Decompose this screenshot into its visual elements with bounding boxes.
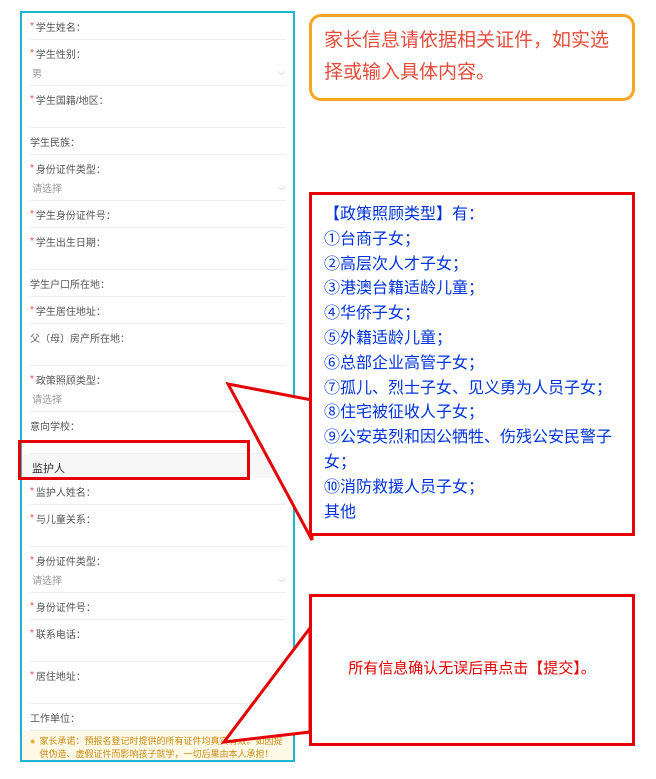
label: 身份证件号： bbox=[36, 599, 96, 614]
chevron-down-icon: ⌵ bbox=[277, 67, 285, 78]
field-guardian-id-number[interactable]: *身份证件号： bbox=[30, 593, 285, 620]
chevron-down-icon: ⌵ bbox=[277, 574, 285, 585]
label: 意向学校： bbox=[30, 418, 80, 433]
field-relationship[interactable]: *与儿童关系： bbox=[30, 505, 285, 547]
policy-item: ⑧住宅被征收人子女； bbox=[324, 401, 620, 426]
disclaimer-text: 家长承诺：預报名登记时提供的所有证件均真实有效。如因提供伪造、虚假证件而影响孩子… bbox=[39, 735, 285, 760]
field-student-gender[interactable]: *学生性别： 男⌵ bbox=[30, 40, 285, 86]
section-guardian: 监护人 bbox=[22, 454, 293, 478]
policy-item: ③港澳台籍适龄儿童； bbox=[324, 277, 620, 302]
policy-item: ④华侨子女； bbox=[324, 302, 620, 327]
policy-item: ①台商子女； bbox=[324, 228, 620, 253]
label: 学生出生日期： bbox=[36, 234, 106, 249]
field-hukou[interactable]: 学生户口所在地： bbox=[30, 270, 285, 297]
label: 学生户口所在地： bbox=[30, 276, 110, 291]
chevron-down-icon: ⌵ bbox=[277, 393, 285, 404]
label: 学生民族： bbox=[30, 134, 80, 149]
annotation-submit-confirm: 所有信息确认无误后再点击【提交】。 bbox=[309, 594, 635, 746]
label: 与儿童关系： bbox=[36, 511, 96, 526]
label: 工作单位： bbox=[30, 710, 80, 725]
field-policy-type[interactable]: *政策照顾类型： 请选择⌵ bbox=[30, 366, 285, 412]
field-guardian-name[interactable]: *监护人姓名： bbox=[30, 478, 285, 505]
policy-item: 其他 bbox=[324, 501, 620, 526]
label: 学生姓名： bbox=[36, 19, 86, 34]
policy-item: ⑨公安英烈和因公牺牲、伤残公安民警子女； bbox=[324, 426, 620, 476]
chevron-down-icon: ⌵ bbox=[277, 182, 285, 193]
policy-title: 【政策照顾类型】有： bbox=[324, 203, 620, 228]
field-workplace[interactable]: 工作单位： bbox=[30, 704, 285, 731]
label: 学生居住地址： bbox=[36, 303, 106, 318]
field-residence[interactable]: *学生居住地址： bbox=[30, 297, 285, 324]
annotation-text: 家长信息请依据相关证件，如实选择或输入具体内容。 bbox=[324, 30, 609, 83]
label: 居住地址： bbox=[36, 668, 86, 683]
value: 请选择 bbox=[32, 391, 62, 406]
value: 男 bbox=[32, 65, 42, 80]
label: 政策照顾类型： bbox=[36, 372, 106, 387]
field-guardian-id-type[interactable]: *身份证件类型： 请选择⌵ bbox=[30, 547, 285, 593]
disclaimer: ● 家长承诺：預报名登记时提供的所有证件均真实有效。如因提供伪造、虚假证件而影响… bbox=[22, 731, 293, 762]
policy-list: ①台商子女；②高层次人才子女；③港澳台籍适龄儿童；④华侨子女；⑤外籍适龄儿童；⑥… bbox=[324, 228, 620, 526]
field-nationality[interactable]: *学生国籍/地区： bbox=[30, 86, 285, 128]
field-id-type[interactable]: *身份证件类型： 请选择⌵ bbox=[30, 155, 285, 201]
field-student-name[interactable]: *学生姓名： bbox=[30, 13, 285, 40]
label: 监护人姓名： bbox=[36, 484, 96, 499]
field-preferred-school[interactable]: 意向学校： bbox=[30, 412, 285, 454]
label: 身份证件类型： bbox=[36, 553, 106, 568]
policy-item: ⑩消防救援人员子女； bbox=[324, 476, 620, 501]
field-ethnicity[interactable]: 学生民族： bbox=[30, 128, 285, 155]
policy-item: ⑥总部企业高管子女； bbox=[324, 352, 620, 377]
field-birthdate[interactable]: *学生出生日期： bbox=[30, 228, 285, 270]
value: 请选择 bbox=[32, 180, 62, 195]
phone-frame: *学生姓名： *学生性别： 男⌵ *学生国籍/地区： 学生民族： *身份证件类型… bbox=[20, 11, 295, 762]
label: 学生身份证件号： bbox=[36, 207, 116, 222]
label: 学生性别： bbox=[36, 46, 86, 61]
annotation-text: 所有信息确认无误后再点击【提交】。 bbox=[348, 657, 596, 683]
label: 联系电话： bbox=[36, 626, 86, 641]
warning-icon: ● bbox=[30, 735, 35, 760]
field-id-number[interactable]: *学生身份证件号： bbox=[30, 201, 285, 228]
field-phone[interactable]: *联系电话： bbox=[30, 620, 285, 662]
form-area: *学生姓名： *学生性别： 男⌵ *学生国籍/地区： 学生民族： *身份证件类型… bbox=[22, 13, 293, 762]
field-guardian-residence[interactable]: *居住地址： bbox=[30, 662, 285, 704]
field-property[interactable]: 父（母）房产所在地： bbox=[30, 324, 285, 366]
label: 父（母）房产所在地： bbox=[30, 330, 130, 345]
annotation-parent-info: 家长信息请依据相关证件，如实选择或输入具体内容。 bbox=[309, 14, 635, 101]
value: 请选择 bbox=[32, 572, 62, 587]
annotation-policy-types: 【政策照顾类型】有： ①台商子女；②高层次人才子女；③港澳台籍适龄儿童；④华侨子… bbox=[309, 192, 635, 536]
label: 学生国籍/地区： bbox=[36, 92, 109, 107]
policy-item: ⑦孤儿、烈士子女、见义勇为人员子女； bbox=[324, 377, 620, 402]
policy-item: ②高层次人才子女； bbox=[324, 253, 620, 278]
policy-item: ⑤外籍适龄儿童； bbox=[324, 327, 620, 352]
label: 身份证件类型： bbox=[36, 161, 106, 176]
